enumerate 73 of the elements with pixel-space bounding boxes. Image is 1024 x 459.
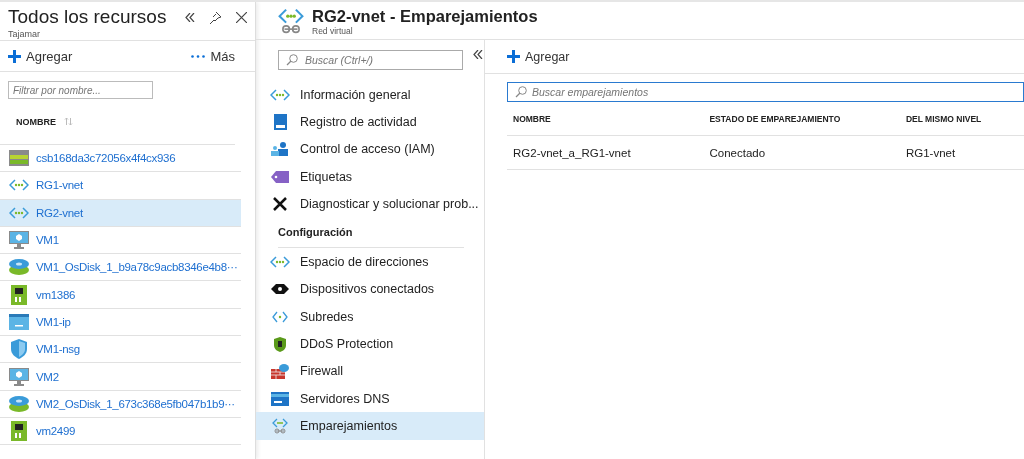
people-icon <box>271 142 289 157</box>
column-header[interactable]: DEL MISMO NIVEL <box>905 113 982 124</box>
firewall-icon <box>271 363 289 380</box>
pin-icon[interactable] <box>209 10 222 24</box>
disk-icon <box>9 259 29 276</box>
server-icon <box>271 391 289 406</box>
peering-icon <box>272 417 288 434</box>
window-icon <box>9 313 29 330</box>
column-header[interactable]: ESTADO DE EMPAREJAMIENTO <box>709 113 841 124</box>
menu-item[interactable]: Subredes <box>256 303 484 331</box>
menu-item[interactable]: Información general <box>256 81 484 109</box>
resource-row[interactable]: vm1386 <box>0 281 241 309</box>
search-icon <box>286 54 298 66</box>
resource-row[interactable]: RG1-vnet <box>0 172 241 200</box>
network-card-icon <box>11 421 27 442</box>
shield-icon <box>274 336 286 352</box>
more-button[interactable]: Más <box>191 48 235 64</box>
peering-icon <box>278 7 304 34</box>
resource-row[interactable]: VM1_OsDisk_1_b9a78c9acb8346e4b8··· <box>0 254 241 282</box>
search-icon <box>515 86 527 98</box>
menu-search-field[interactable]: Buscar (Ctrl+/) <box>278 50 463 70</box>
resource-row[interactable]: VM2_OsDisk_1_673c368e5fb047b1b9··· <box>0 390 241 418</box>
disk-icon <box>9 395 29 412</box>
menu-item[interactable]: DDoS Protection <box>256 330 484 358</box>
blade-title: RG2-vnet - Emparejamientos <box>312 5 538 26</box>
add-icon <box>8 49 21 63</box>
close-icon[interactable] <box>236 11 247 23</box>
network-icon <box>9 179 29 192</box>
collapse-icon[interactable] <box>185 12 195 22</box>
peering-search-field[interactable]: Buscar emparejamientos <box>507 82 1024 102</box>
column-header[interactable]: NOMBRE <box>16 116 56 127</box>
menu-item[interactable]: Firewall <box>256 357 484 385</box>
menu-item[interactable]: Espacio de direcciones <box>256 248 484 276</box>
resource-row[interactable]: VM2 <box>0 363 241 391</box>
monitor-icon <box>9 367 29 386</box>
resource-row[interactable]: vm2499 <box>0 417 241 446</box>
panel-subtitle: Tajamar <box>8 29 41 39</box>
menu-item[interactable]: Registro de actividad <box>256 108 484 136</box>
add-icon <box>507 50 520 63</box>
network-icon <box>270 88 290 101</box>
network-card-icon <box>11 284 27 305</box>
table-cell: RG2-vnet_a_RG1-vnet <box>507 135 704 170</box>
menu-item[interactable]: Diagnosticar y solucionar prob... <box>256 190 484 218</box>
storage-icon <box>9 150 29 167</box>
more-icon <box>191 54 206 58</box>
network-icon <box>270 256 290 269</box>
menu-item[interactable]: Dispositivos conectados <box>256 275 484 304</box>
menu-item[interactable]: Servidores DNS <box>256 384 484 413</box>
section-heading: Configuración <box>278 226 353 239</box>
menu-item[interactable]: Control de acceso (IAM) <box>256 135 484 163</box>
menu-item[interactable]: Etiquetas <box>256 162 484 191</box>
resource-row[interactable]: csb168da3c72056x4f4cx936 <box>0 145 241 173</box>
panel-title: Todos los recursos <box>8 5 167 29</box>
network-icon <box>9 206 29 219</box>
monitor-icon <box>9 231 29 250</box>
resource-row[interactable]: RG2-vnet <box>0 199 241 227</box>
menu-item[interactable]: Emparejamientos <box>256 412 484 440</box>
column-header[interactable]: NOMBRE <box>513 113 551 124</box>
collapse-icon[interactable] <box>473 50 483 59</box>
devices-icon <box>271 284 289 295</box>
tag-icon <box>271 169 289 184</box>
shield-icon <box>11 339 27 360</box>
table-cell: RG1-vnet <box>899 135 1024 170</box>
book-icon <box>273 113 287 130</box>
network-icon <box>272 310 288 323</box>
blade-subtitle: Red virtual <box>312 25 354 36</box>
add-button[interactable]: Agregar <box>8 48 73 64</box>
resource-row[interactable]: VM1 <box>0 226 241 255</box>
table-cell: Conectado <box>703 135 900 170</box>
resource-row[interactable]: VM1-nsg <box>0 336 241 364</box>
resource-row[interactable]: VM1-ip <box>0 308 241 337</box>
add-button[interactable]: Agregar <box>507 49 570 64</box>
filter-field[interactable]: Filtrar por nombre... <box>8 81 153 99</box>
